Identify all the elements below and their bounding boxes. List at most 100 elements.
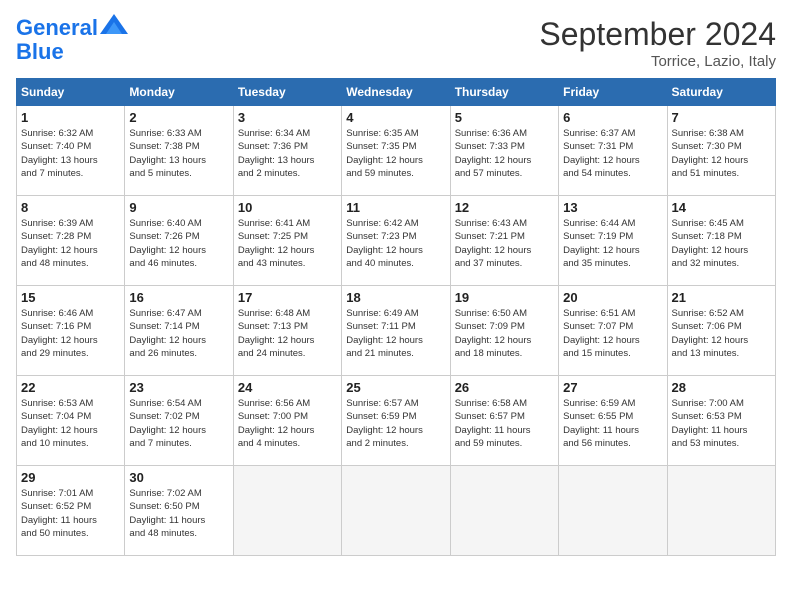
table-row: 4 Sunrise: 6:35 AM Sunset: 7:35 PM Daylig… — [342, 106, 450, 196]
day-info: Sunrise: 6:54 AM Sunset: 7:02 PM Dayligh… — [129, 397, 228, 450]
empty-cell — [559, 466, 667, 556]
table-row: 16 Sunrise: 6:47 AM Sunset: 7:14 PM Dayli… — [125, 286, 233, 376]
day-number: 25 — [346, 380, 445, 395]
table-row: 13 Sunrise: 6:44 AM Sunset: 7:19 PM Dayli… — [559, 196, 667, 286]
day-info: Sunrise: 6:44 AM Sunset: 7:19 PM Dayligh… — [563, 217, 662, 270]
header-tuesday: Tuesday — [233, 79, 341, 106]
day-number: 29 — [21, 470, 120, 485]
logo-text-blue: Blue — [16, 40, 64, 64]
day-number: 4 — [346, 110, 445, 125]
day-number: 14 — [672, 200, 771, 215]
table-row: 17 Sunrise: 6:48 AM Sunset: 7:13 PM Dayli… — [233, 286, 341, 376]
day-number: 23 — [129, 380, 228, 395]
day-number: 27 — [563, 380, 662, 395]
day-info: Sunrise: 6:38 AM Sunset: 7:30 PM Dayligh… — [672, 127, 771, 180]
header-wednesday: Wednesday — [342, 79, 450, 106]
day-info: Sunrise: 6:42 AM Sunset: 7:23 PM Dayligh… — [346, 217, 445, 270]
day-number: 13 — [563, 200, 662, 215]
day-number: 3 — [238, 110, 337, 125]
table-row: 27 Sunrise: 6:59 AM Sunset: 6:55 PM Dayli… — [559, 376, 667, 466]
table-row: 1 Sunrise: 6:32 AM Sunset: 7:40 PM Daylig… — [17, 106, 125, 196]
day-number: 1 — [21, 110, 120, 125]
table-row: 20Sunrise: 6:51 AM Sunset: 7:07 PM Dayli… — [559, 286, 667, 376]
day-number: 26 — [455, 380, 554, 395]
table-row: 24 Sunrise: 6:56 AM Sunset: 7:00 PM Dayli… — [233, 376, 341, 466]
header-friday: Friday — [559, 79, 667, 106]
table-row: 22Sunrise: 6:53 AM Sunset: 7:04 PM Dayli… — [17, 376, 125, 466]
day-number: 9 — [129, 200, 228, 215]
table-row: 29 Sunrise: 7:01 AM Sunset: 6:52 PM Dayli… — [17, 466, 125, 556]
day-info: Sunrise: 6:32 AM Sunset: 7:40 PM Dayligh… — [21, 127, 120, 180]
table-row: 11 Sunrise: 6:42 AM Sunset: 7:23 PM Dayli… — [342, 196, 450, 286]
empty-cell — [342, 466, 450, 556]
day-info: Sunrise: 6:34 AM Sunset: 7:36 PM Dayligh… — [238, 127, 337, 180]
day-info: Sunrise: 6:33 AM Sunset: 7:38 PM Dayligh… — [129, 127, 228, 180]
table-row: 8 Sunrise: 6:39 AM Sunset: 7:28 PM Daylig… — [17, 196, 125, 286]
day-info: Sunrise: 6:46 AM Sunset: 7:16 PM Dayligh… — [21, 307, 120, 360]
day-info: Sunrise: 6:49 AM Sunset: 7:11 PM Dayligh… — [346, 307, 445, 360]
day-info: Sunrise: 6:58 AM Sunset: 6:57 PM Dayligh… — [455, 397, 554, 450]
table-row: 30 Sunrise: 7:02 AM Sunset: 6:50 PM Dayli… — [125, 466, 233, 556]
day-info: Sunrise: 6:40 AM Sunset: 7:26 PM Dayligh… — [129, 217, 228, 270]
day-info: Sunrise: 6:48 AM Sunset: 7:13 PM Dayligh… — [238, 307, 337, 360]
day-info: Sunrise: 6:56 AM Sunset: 7:00 PM Dayligh… — [238, 397, 337, 450]
day-info: Sunrise: 6:52 AM Sunset: 7:06 PM Dayligh… — [672, 307, 771, 360]
day-info: Sunrise: 6:41 AM Sunset: 7:25 PM Dayligh… — [238, 217, 337, 270]
day-number: 2 — [129, 110, 228, 125]
table-row: 3 Sunrise: 6:34 AM Sunset: 7:36 PM Daylig… — [233, 106, 341, 196]
day-number: 24 — [238, 380, 337, 395]
day-number: 11 — [346, 200, 445, 215]
day-number: 21 — [672, 290, 771, 305]
table-row: 26 Sunrise: 6:58 AM Sunset: 6:57 PM Dayli… — [450, 376, 558, 466]
day-info: Sunrise: 7:02 AM Sunset: 6:50 PM Dayligh… — [129, 487, 228, 540]
day-info: Sunrise: 6:37 AM Sunset: 7:31 PM Dayligh… — [563, 127, 662, 180]
day-info: Sunrise: 6:35 AM Sunset: 7:35 PM Dayligh… — [346, 127, 445, 180]
day-number: 8 — [21, 200, 120, 215]
header-thursday: Thursday — [450, 79, 558, 106]
day-info: Sunrise: 6:59 AM Sunset: 6:55 PM Dayligh… — [563, 397, 662, 450]
table-row: 23 Sunrise: 6:54 AM Sunset: 7:02 PM Dayli… — [125, 376, 233, 466]
table-row: 18 Sunrise: 6:49 AM Sunset: 7:11 PM Dayli… — [342, 286, 450, 376]
day-number: 28 — [672, 380, 771, 395]
day-number: 10 — [238, 200, 337, 215]
page-header: General Blue September 2024 Torrice, Laz… — [16, 16, 776, 70]
day-number: 17 — [238, 290, 337, 305]
day-number: 15 — [21, 290, 120, 305]
table-row: 25 Sunrise: 6:57 AM Sunset: 6:59 PM Dayli… — [342, 376, 450, 466]
table-row: 21 Sunrise: 6:52 AM Sunset: 7:06 PM Dayli… — [667, 286, 775, 376]
day-info: Sunrise: 6:36 AM Sunset: 7:33 PM Dayligh… — [455, 127, 554, 180]
day-number: 20 — [563, 290, 662, 305]
day-info: Sunrise: 6:57 AM Sunset: 6:59 PM Dayligh… — [346, 397, 445, 450]
day-number: 18 — [346, 290, 445, 305]
calendar-header-row: Sunday Monday Tuesday Wednesday Thursday… — [17, 79, 776, 106]
day-info: Sunrise: 7:01 AM Sunset: 6:52 PM Dayligh… — [21, 487, 120, 540]
logo-text: General — [16, 16, 98, 40]
table-row: 7 Sunrise: 6:38 AM Sunset: 7:30 PM Daylig… — [667, 106, 775, 196]
day-number: 30 — [129, 470, 228, 485]
logo-icon — [100, 14, 128, 34]
day-number: 6 — [563, 110, 662, 125]
day-number: 5 — [455, 110, 554, 125]
header-monday: Monday — [125, 79, 233, 106]
day-number: 7 — [672, 110, 771, 125]
table-row: 2 Sunrise: 6:33 AM Sunset: 7:38 PM Daylig… — [125, 106, 233, 196]
day-number: 16 — [129, 290, 228, 305]
day-info: Sunrise: 7:00 AM Sunset: 6:53 PM Dayligh… — [672, 397, 771, 450]
day-info: Sunrise: 6:43 AM Sunset: 7:21 PM Dayligh… — [455, 217, 554, 270]
logo: General Blue — [16, 16, 128, 64]
table-row: 15 Sunrise: 6:46 AM Sunset: 7:16 PM Dayli… — [17, 286, 125, 376]
day-info: Sunrise: 6:47 AM Sunset: 7:14 PM Dayligh… — [129, 307, 228, 360]
day-number: 22 — [21, 380, 120, 395]
day-info: Sunrise: 6:45 AM Sunset: 7:18 PM Dayligh… — [672, 217, 771, 270]
day-info: Sunrise: 6:50 AM Sunset: 7:09 PM Dayligh… — [455, 307, 554, 360]
table-row: 12 Sunrise: 6:43 AM Sunset: 7:21 PM Dayli… — [450, 196, 558, 286]
table-row: 5 Sunrise: 6:36 AM Sunset: 7:33 PM Daylig… — [450, 106, 558, 196]
table-row: 14 Sunrise: 6:45 AM Sunset: 7:18 PM Dayli… — [667, 196, 775, 286]
table-row: 6 Sunrise: 6:37 AM Sunset: 7:31 PM Daylig… — [559, 106, 667, 196]
table-row: 19Sunrise: 6:50 AM Sunset: 7:09 PM Dayli… — [450, 286, 558, 376]
empty-cell — [667, 466, 775, 556]
day-number: 12 — [455, 200, 554, 215]
day-info: Sunrise: 6:39 AM Sunset: 7:28 PM Dayligh… — [21, 217, 120, 270]
location: Torrice, Lazio, Italy — [539, 53, 776, 70]
empty-cell — [233, 466, 341, 556]
